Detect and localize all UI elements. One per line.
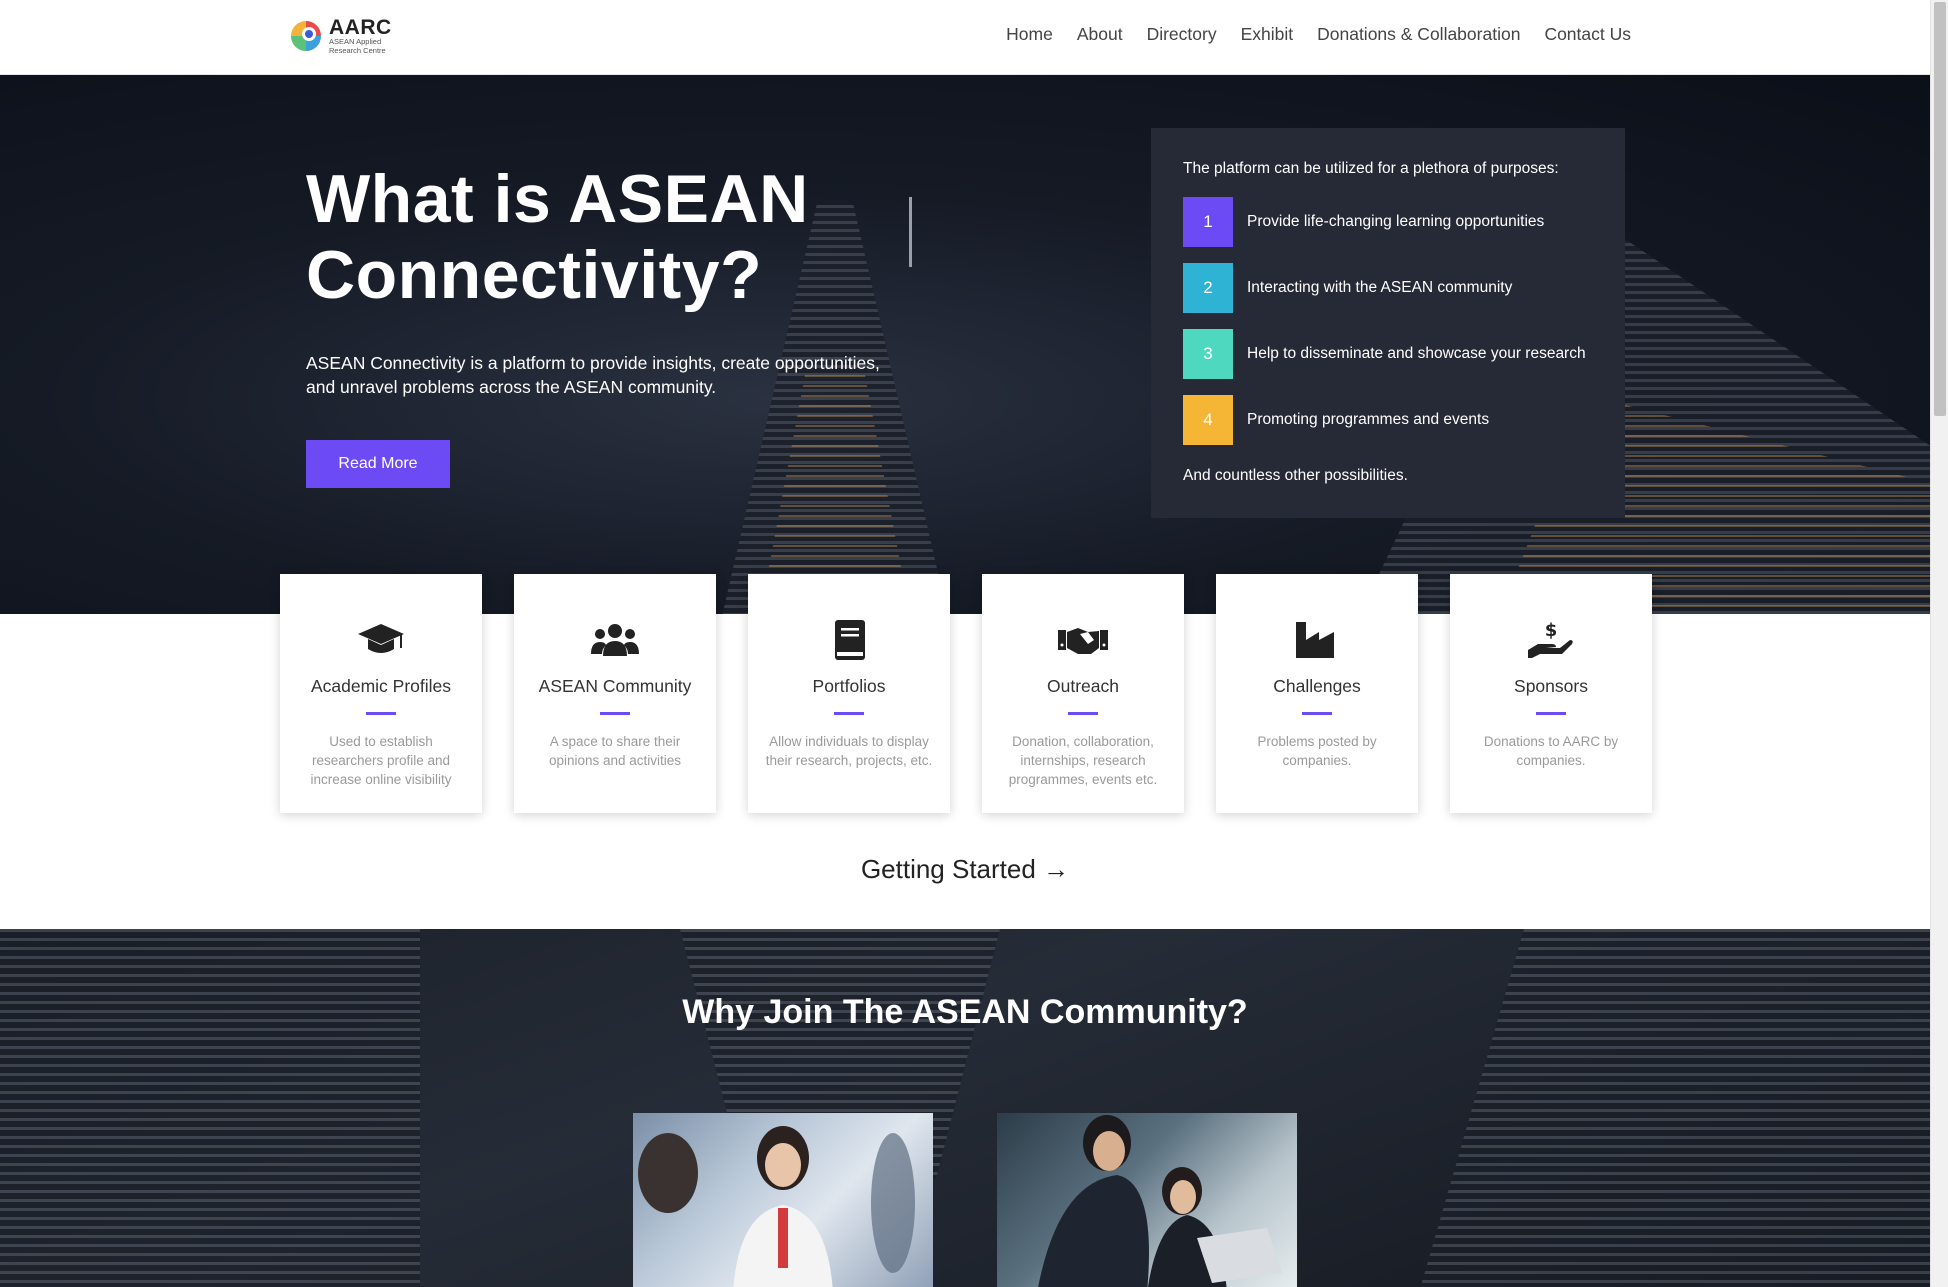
- purpose-item: 4 Promoting programmes and events: [1183, 395, 1603, 445]
- card-description: Donation, collaboration, internships, re…: [1008, 734, 1158, 787]
- card-portfolios[interactable]: Portfolios Allow individuals to display …: [748, 574, 950, 813]
- card-title: Portfolios: [812, 676, 886, 696]
- card-divider: [834, 712, 864, 715]
- card-title: Sponsors: [1514, 676, 1588, 696]
- main-nav: Home About Directory Exhibit Donations &…: [982, 24, 1631, 45]
- card-sponsors[interactable]: $ Sponsors Donations to AARC by companie…: [1450, 574, 1652, 813]
- card-description: Problems posted by companies.: [1257, 734, 1377, 768]
- card-divider: [1068, 712, 1098, 715]
- book-icon: [824, 620, 874, 660]
- nav-contact-us[interactable]: Contact Us: [1544, 24, 1631, 45]
- site-header: AARC ASEAN Applied Research Centre Home …: [0, 0, 1930, 75]
- page-scrollbar[interactable]: [1930, 0, 1948, 1287]
- card-description: Allow individuals to display their resea…: [765, 734, 933, 768]
- card-title: ASEAN Community: [538, 676, 692, 696]
- card-challenges[interactable]: Challenges Problems posted by companies.: [1216, 574, 1418, 813]
- purpose-label: Interacting with the ASEAN community: [1247, 279, 1513, 296]
- why-join-section: Why Join The ASEAN Community?: [0, 929, 1930, 1287]
- graduation-cap-icon: [356, 620, 406, 660]
- donate-hand-icon: $: [1526, 620, 1576, 660]
- card-outreach[interactable]: Outreach Donation, collaboration, intern…: [982, 574, 1184, 813]
- nav-donations-collaboration[interactable]: Donations & Collaboration: [1317, 24, 1520, 45]
- logo-mark-icon: [289, 19, 323, 53]
- card-description: Used to establish researchers profile an…: [310, 734, 452, 787]
- card-divider: [1536, 712, 1566, 715]
- industry-icon: [1292, 620, 1342, 660]
- users-icon: [590, 620, 640, 660]
- logo-subtitle: ASEAN Applied Research Centre: [329, 37, 386, 55]
- purpose-number: 1: [1183, 197, 1233, 247]
- card-title: Academic Profiles: [310, 676, 452, 696]
- purpose-box: The platform can be utilized for a pleth…: [1151, 128, 1625, 518]
- site-logo[interactable]: AARC ASEAN Applied Research Centre: [289, 16, 399, 56]
- hero-description: ASEAN Connectivity is a platform to prov…: [306, 353, 880, 397]
- card-title: Outreach: [1047, 676, 1119, 696]
- community-photo-1: [633, 1113, 933, 1287]
- read-more-button[interactable]: Read More: [306, 440, 450, 488]
- handshake-icon: [1058, 620, 1108, 660]
- purpose-item: 1 Provide life-changing learning opportu…: [1183, 197, 1603, 247]
- why-join-title: Why Join The ASEAN Community?: [682, 993, 1248, 1031]
- nav-exhibit[interactable]: Exhibit: [1241, 24, 1294, 45]
- card-academic-profiles[interactable]: Academic Profiles Used to establish rese…: [280, 574, 482, 813]
- purpose-label: Help to disseminate and showcase your re…: [1247, 345, 1586, 362]
- purpose-item: 2 Interacting with the ASEAN community: [1183, 263, 1603, 313]
- card-asean-community[interactable]: ASEAN Community A space to share their o…: [514, 574, 716, 813]
- purpose-number: 3: [1183, 329, 1233, 379]
- scrollbar-thumb[interactable]: [1934, 2, 1946, 416]
- logo-title: AARC: [329, 16, 392, 40]
- purpose-item: 3 Help to disseminate and showcase your …: [1183, 329, 1603, 379]
- purpose-intro: The platform can be utilized for a pleth…: [1183, 160, 1559, 177]
- hero-title: What is ASEAN Connectivity?: [306, 161, 809, 313]
- purpose-number: 2: [1183, 263, 1233, 313]
- card-divider: [366, 712, 396, 715]
- nav-home[interactable]: Home: [1006, 24, 1053, 45]
- purpose-label: Provide life-changing learning opportuni…: [1247, 213, 1545, 230]
- purpose-number: 4: [1183, 395, 1233, 445]
- nav-about[interactable]: About: [1077, 24, 1123, 45]
- card-divider: [1302, 712, 1332, 715]
- svg-text:$: $: [1545, 620, 1558, 641]
- card-description: A space to share their opinions and acti…: [548, 734, 682, 768]
- card-divider: [600, 712, 630, 715]
- purpose-label: Promoting programmes and events: [1247, 411, 1490, 428]
- hero-section: What is ASEAN Connectivity? ASEAN Connec…: [0, 75, 1930, 614]
- nav-directory[interactable]: Directory: [1147, 24, 1217, 45]
- card-description: Donations to AARC by companies.: [1483, 734, 1619, 768]
- getting-started-link[interactable]: Getting Started →: [0, 854, 1930, 885]
- community-photo-2: [997, 1113, 1297, 1287]
- feature-cards: Academic Profiles Used to establish rese…: [280, 574, 1652, 814]
- purpose-outro: And countless other possibilities.: [1183, 467, 1408, 484]
- card-title: Challenges: [1273, 676, 1361, 696]
